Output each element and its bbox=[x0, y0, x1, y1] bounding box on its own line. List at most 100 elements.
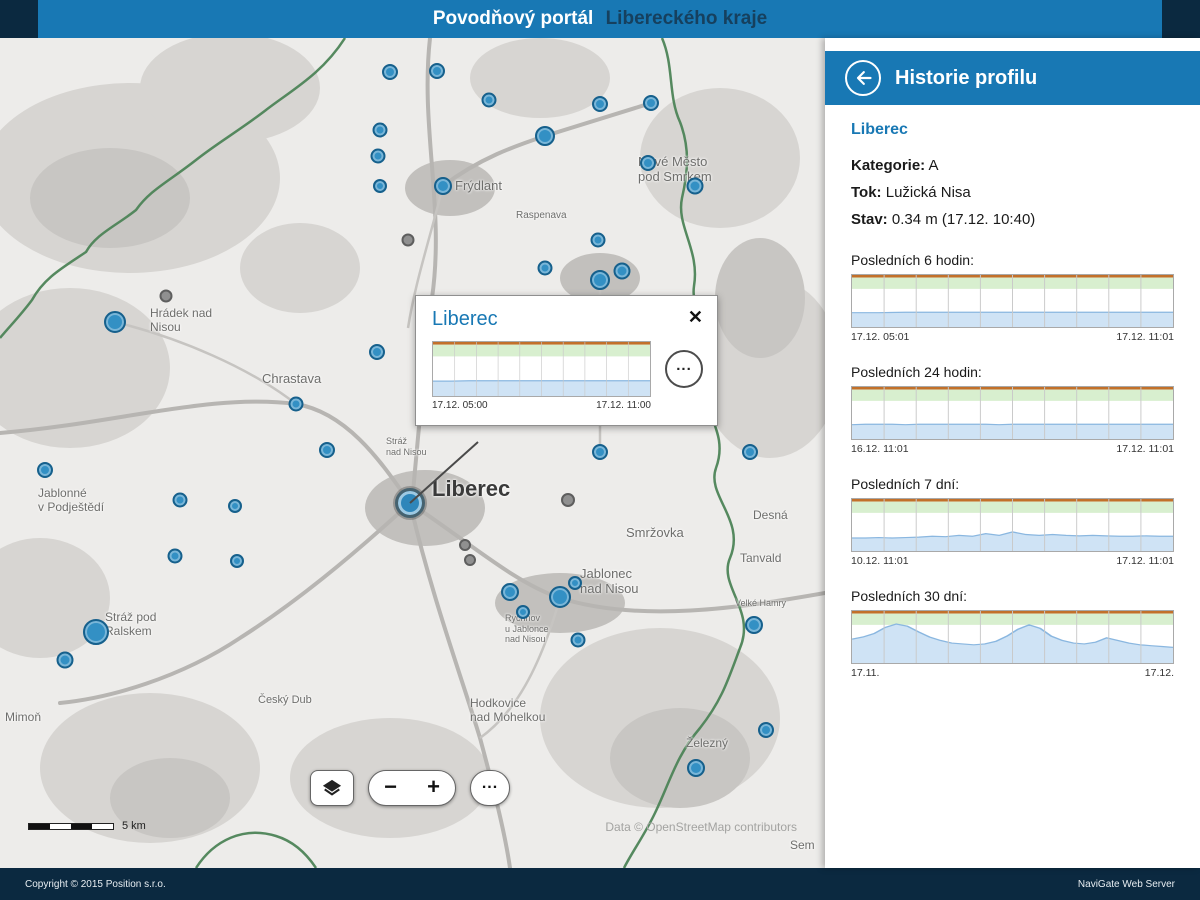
station-marker[interactable] bbox=[104, 311, 126, 333]
map-markers bbox=[0, 38, 825, 868]
station-marker[interactable] bbox=[230, 554, 244, 568]
station-marker[interactable] bbox=[228, 499, 242, 513]
station-marker[interactable] bbox=[401, 233, 415, 247]
chart-label: Posledních 24 hodin: bbox=[851, 364, 982, 380]
station-marker[interactable] bbox=[535, 126, 555, 146]
station-marker[interactable] bbox=[561, 493, 575, 507]
scalebar-label: 5 km bbox=[122, 820, 146, 832]
chart-start-time: 17.12. 05:01 bbox=[851, 331, 910, 343]
history-panel-header: Historie profilu bbox=[825, 51, 1200, 105]
zoom-control: − + bbox=[368, 770, 456, 806]
history-chart-section: Posledních 24 hodin: 16.12. 11:01 17.12. 1… bbox=[851, 364, 1174, 455]
station-marker[interactable] bbox=[167, 548, 183, 564]
layers-icon bbox=[322, 779, 342, 796]
history-chart bbox=[851, 498, 1174, 552]
station-marker[interactable] bbox=[395, 488, 425, 518]
station-marker[interactable] bbox=[429, 63, 445, 79]
app-header: Povodňový portál Libereckého kraje bbox=[0, 0, 1200, 38]
station-marker[interactable] bbox=[570, 632, 586, 648]
arrow-left-icon bbox=[856, 71, 872, 85]
history-chart-section: Posledních 30 dní: 17.11. 17.12. bbox=[851, 588, 1174, 679]
station-marker[interactable] bbox=[687, 759, 705, 777]
history-charts: Posledních 6 hodin: 17.12. 05:01 17.12. 11… bbox=[851, 252, 1174, 679]
chart-end-time: 17.12. bbox=[1144, 667, 1174, 679]
station-marker[interactable] bbox=[590, 232, 606, 248]
chart-label: Posledních 7 dní: bbox=[851, 476, 960, 492]
panel-title: Historie profilu bbox=[895, 66, 1038, 89]
station-marker[interactable] bbox=[459, 539, 471, 551]
chart-start-time: 10.12. 11:01 bbox=[851, 555, 909, 567]
station-fields: Kategorie: A Tok: Lužická Nisa Stav: 0.34 … bbox=[851, 157, 1174, 228]
station-marker[interactable] bbox=[549, 586, 571, 608]
chart-label: Posledních 6 hodin: bbox=[851, 252, 974, 268]
map-more-button[interactable]: ... bbox=[470, 770, 510, 806]
back-button[interactable] bbox=[845, 60, 881, 96]
station-marker[interactable] bbox=[382, 64, 398, 80]
app: Povodňový portál Libereckého kraje Frýdl… bbox=[0, 0, 1200, 900]
station-marker[interactable] bbox=[537, 260, 553, 276]
zoom-out-button[interactable]: − bbox=[369, 771, 412, 805]
station-marker[interactable] bbox=[172, 492, 188, 508]
map-controls: − + ... bbox=[310, 770, 510, 806]
map-attribution[interactable]: Data © OpenStreetMap contributors bbox=[605, 820, 797, 834]
map-canvas[interactable]: FrýdlantNové Město pod SmrkemRaspenavaHr… bbox=[0, 38, 825, 868]
chart-start-time: 16.12. 11:01 bbox=[851, 443, 909, 455]
station-marker[interactable] bbox=[745, 616, 763, 634]
station-marker[interactable] bbox=[758, 722, 774, 738]
scalebar-graphic bbox=[28, 822, 114, 830]
station-link[interactable]: Liberec bbox=[851, 121, 908, 139]
header-corner-right bbox=[1162, 0, 1200, 38]
page-title: Povodňový portál Libereckého kraje bbox=[433, 8, 767, 30]
station-field: Kategorie: A bbox=[851, 157, 939, 174]
zoom-in-button[interactable]: + bbox=[412, 771, 455, 805]
title-secondary: Libereckého kraje bbox=[605, 8, 768, 29]
station-marker[interactable] bbox=[37, 462, 53, 478]
station-marker[interactable] bbox=[590, 270, 610, 290]
station-marker[interactable] bbox=[464, 554, 476, 566]
chart-start-time: 17.11. bbox=[851, 667, 880, 679]
popup-chart bbox=[432, 341, 651, 397]
history-chart-section: Posledních 6 hodin: 17.12. 05:01 17.12. 11… bbox=[851, 252, 1174, 343]
station-marker[interactable] bbox=[83, 619, 109, 645]
close-icon[interactable]: ✕ bbox=[688, 308, 703, 326]
station-marker[interactable] bbox=[686, 177, 704, 195]
history-panel: Historie profilu Liberec Kategorie: A Tok… bbox=[825, 38, 1200, 868]
station-marker[interactable] bbox=[592, 444, 608, 460]
station-marker[interactable] bbox=[568, 576, 582, 590]
station-marker[interactable] bbox=[640, 155, 656, 171]
station-marker[interactable] bbox=[434, 177, 452, 195]
station-marker[interactable] bbox=[372, 122, 388, 138]
layers-button[interactable] bbox=[310, 770, 354, 806]
map-popup: Liberec ✕ 17.12. 05:00 17.12. 11:00 ... bbox=[415, 295, 718, 426]
popup-more-button[interactable]: ... bbox=[665, 350, 703, 388]
chart-label: Posledních 30 dní: bbox=[851, 588, 967, 604]
popup-station-link[interactable]: Liberec bbox=[432, 308, 498, 331]
station-marker[interactable] bbox=[592, 96, 608, 112]
station-marker[interactable] bbox=[288, 396, 304, 412]
copyright-text: Copyright © 2015 Position s.r.o. bbox=[25, 878, 166, 890]
station-marker[interactable] bbox=[481, 92, 497, 108]
station-marker[interactable] bbox=[516, 605, 530, 619]
chart-end-time: 17.12. 11:01 bbox=[1116, 555, 1174, 567]
history-chart-section: Posledních 7 dní: 10.12. 11:01 17.12. 11:0… bbox=[851, 476, 1174, 567]
station-marker[interactable] bbox=[643, 95, 659, 111]
chart-end-time: 17.12. 11:01 bbox=[1116, 443, 1174, 455]
station-marker[interactable] bbox=[613, 262, 631, 280]
station-marker[interactable] bbox=[501, 583, 519, 601]
station-marker[interactable] bbox=[56, 651, 74, 669]
station-marker[interactable] bbox=[159, 289, 173, 303]
station-marker[interactable] bbox=[373, 179, 387, 193]
header-corner-left bbox=[0, 0, 38, 38]
station-marker[interactable] bbox=[319, 442, 335, 458]
title-primary: Povodňový portál bbox=[432, 8, 594, 29]
station-marker[interactable] bbox=[369, 344, 385, 360]
station-marker[interactable] bbox=[742, 444, 758, 460]
map-scalebar: 5 km bbox=[28, 820, 146, 832]
history-panel-content: Liberec Kategorie: A Tok: Lužická Nisa Sta… bbox=[825, 105, 1200, 710]
chart-end-time: 17.12. 11:01 bbox=[1116, 331, 1174, 343]
station-field: Tok: Lužická Nisa bbox=[851, 184, 971, 201]
popup-chart-start-time: 17.12. 05:00 bbox=[432, 400, 488, 411]
history-chart bbox=[851, 386, 1174, 440]
app-footer: Copyright © 2015 Position s.r.o. NaviGat… bbox=[0, 868, 1200, 900]
station-marker[interactable] bbox=[370, 148, 386, 164]
